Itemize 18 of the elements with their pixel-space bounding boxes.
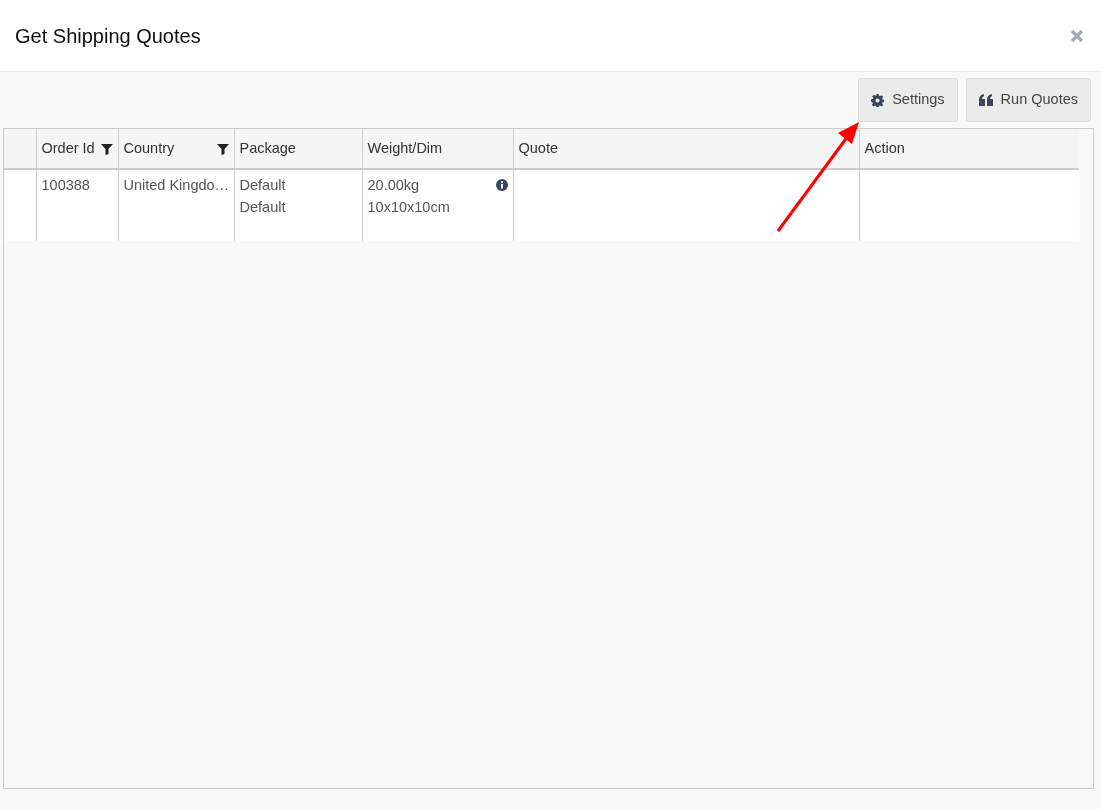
info-icon[interactable] — [495, 179, 508, 191]
column-header[interactable]: Package — [234, 129, 362, 169]
quote-marks-icon — [978, 94, 993, 106]
gear-icon — [871, 93, 885, 107]
table-cell: 20.00kg 10x10x10cm — [362, 169, 513, 241]
filter-icon[interactable] — [100, 142, 113, 155]
settings-button[interactable]: Settings — [858, 78, 958, 122]
column-header[interactable]: Quote — [513, 129, 859, 169]
filter-icon[interactable] — [216, 142, 229, 155]
dialog-title: Get Shipping Quotes — [15, 23, 201, 48]
table-cell: 100388 — [36, 169, 118, 241]
table-cell: Default Default — [234, 169, 362, 241]
column-header[interactable]: Country — [118, 129, 234, 169]
table-cell: United Kingdo… — [118, 169, 234, 241]
column-header[interactable]: Order Id — [36, 129, 118, 169]
column-header[interactable]: Weight/Dim — [362, 129, 513, 169]
run-quotes-button[interactable]: Run Quotes — [965, 78, 1091, 122]
column-header[interactable]: Action — [859, 129, 1079, 169]
